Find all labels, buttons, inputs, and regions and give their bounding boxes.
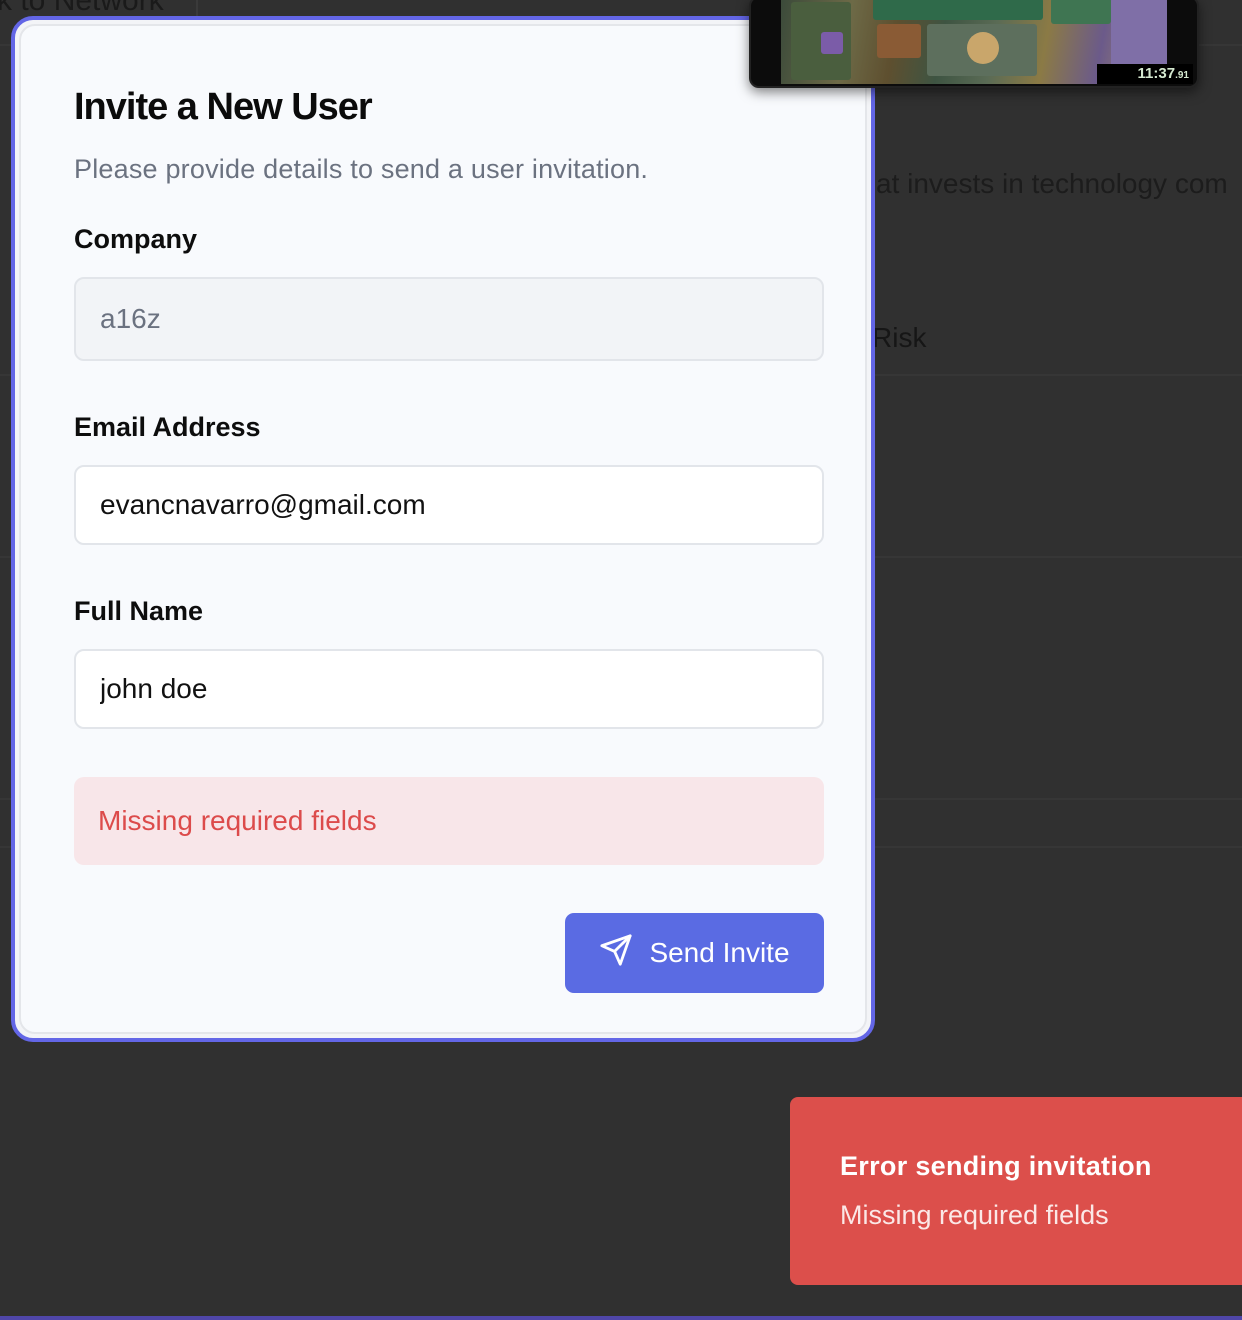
- full-name-label: Full Name: [74, 596, 204, 626]
- modal-content: Invite a New User Please provide details…: [19, 24, 867, 1034]
- toast-title: Error sending invitation: [840, 1151, 1152, 1181]
- video-timer: 11:37.91: [1097, 64, 1193, 84]
- company-field: [74, 277, 824, 361]
- send-invite-button[interactable]: Send Invite: [565, 913, 824, 993]
- bottom-accent-bar: [0, 1316, 1242, 1320]
- form-error-message: Missing required fields: [98, 805, 377, 836]
- background-description: at invests in technology com: [876, 168, 1228, 199]
- send-icon: [599, 933, 633, 974]
- invite-user-modal: Invite a New User Please provide details…: [11, 16, 875, 1042]
- email-label: Email Address: [74, 412, 261, 442]
- modal-subtitle: Please provide details to send a user in…: [74, 154, 649, 184]
- error-toast[interactable]: Error sending invitation Missing require…: [790, 1097, 1242, 1285]
- form-error-alert: Missing required fields: [74, 777, 824, 865]
- background-divider: [196, 0, 198, 16]
- company-label: Company: [74, 224, 198, 254]
- toast-message: Missing required fields: [840, 1200, 1109, 1230]
- email-field[interactable]: [74, 465, 824, 545]
- video-overlay[interactable]: 11:37.91: [749, 0, 1199, 88]
- full-name-field[interactable]: [74, 649, 824, 729]
- modal-title: Invite a New User: [74, 86, 373, 128]
- background-column-header-risk: Risk: [872, 322, 927, 353]
- send-invite-label: Send Invite: [649, 937, 790, 968]
